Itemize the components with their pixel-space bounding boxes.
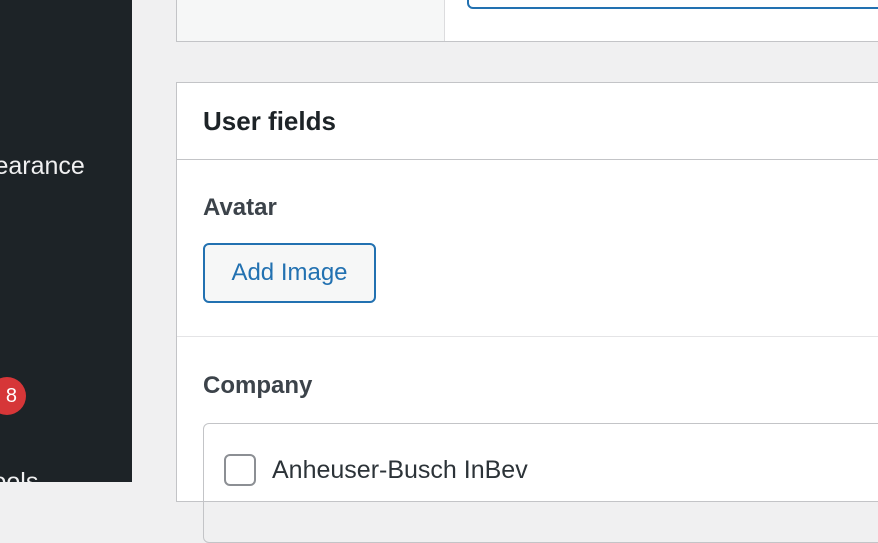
company-option-label: Anheuser-Busch InBev: [272, 455, 528, 484]
company-checklist: Anheuser-Busch InBev: [203, 423, 878, 543]
panel-title: User fields: [203, 105, 336, 136]
user-fields-panel: User fields Avatar Add Image Company Anh…: [176, 82, 878, 543]
company-option[interactable]: Anheuser-Busch InBev: [224, 454, 878, 486]
sidebar-item-appearance[interactable]: Appearance: [0, 154, 85, 179]
sidebar-item-tools[interactable]: Tools: [0, 470, 38, 483]
row-label-cell: [177, 0, 445, 41]
previous-settings-row: [176, 0, 878, 42]
avatar-field: Avatar Add Image: [177, 160, 878, 337]
add-image-button[interactable]: Add Image: [203, 243, 376, 303]
admin-sidebar: Appearance 8 Tools: [0, 0, 132, 482]
company-label: Company: [203, 372, 313, 399]
panel-header: User fields: [177, 83, 878, 160]
previous-input-field[interactable]: [467, 0, 878, 9]
avatar-label: Avatar: [203, 194, 277, 221]
company-checkbox[interactable]: [224, 454, 256, 486]
update-count-badge: 8: [0, 377, 26, 415]
company-field: Company Anheuser-Busch InBev: [177, 337, 878, 543]
